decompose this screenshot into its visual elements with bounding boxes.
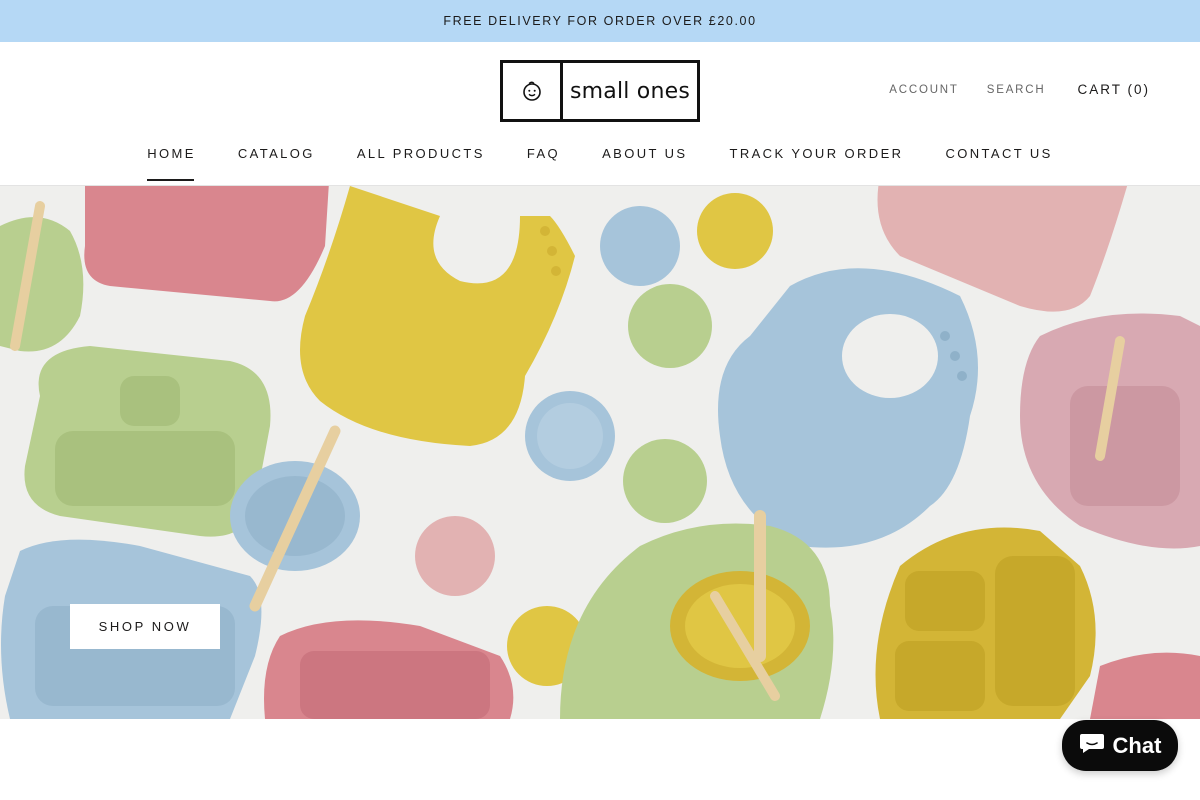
chat-label: Chat (1112, 732, 1162, 758)
announcement-text: FREE DELIVERY FOR ORDER OVER £20.00 (443, 14, 757, 28)
logo-text: small ones (570, 78, 690, 104)
nav-item-all-products[interactable]: ALL PRODUCTS (357, 146, 485, 181)
shop-now-button[interactable]: SHOP NOW (70, 604, 220, 649)
baby-face-icon (503, 63, 563, 119)
chat-bubble-icon (1079, 731, 1105, 760)
nav-item-contact-us[interactable]: CONTACT US (945, 146, 1052, 181)
chat-button[interactable]: Chat (1062, 720, 1178, 771)
nav-item-about-us[interactable]: ABOUT US (602, 146, 687, 181)
search-link[interactable]: SEARCH (987, 84, 1046, 96)
cart-link[interactable]: CART (0) (1077, 82, 1150, 97)
announcement-bar: FREE DELIVERY FOR ORDER OVER £20.00 (0, 0, 1200, 42)
nav-item-home[interactable]: HOME (147, 146, 196, 181)
site-header: small ones ACCOUNT SEARCH CART (0) HOME … (0, 42, 1200, 186)
main-nav: HOME CATALOG ALL PRODUCTS FAQ ABOUT US T… (0, 146, 1200, 181)
account-link[interactable]: ACCOUNT (889, 84, 958, 96)
nav-item-faq[interactable]: FAQ (527, 146, 560, 181)
header-actions: ACCOUNT SEARCH CART (0) (861, 82, 1150, 97)
hero-banner: SHOP NOW (0, 186, 1200, 719)
site-logo[interactable]: small ones (500, 60, 700, 122)
nav-item-track-order[interactable]: TRACK YOUR ORDER (729, 146, 903, 181)
nav-item-catalog[interactable]: CATALOG (238, 146, 315, 181)
